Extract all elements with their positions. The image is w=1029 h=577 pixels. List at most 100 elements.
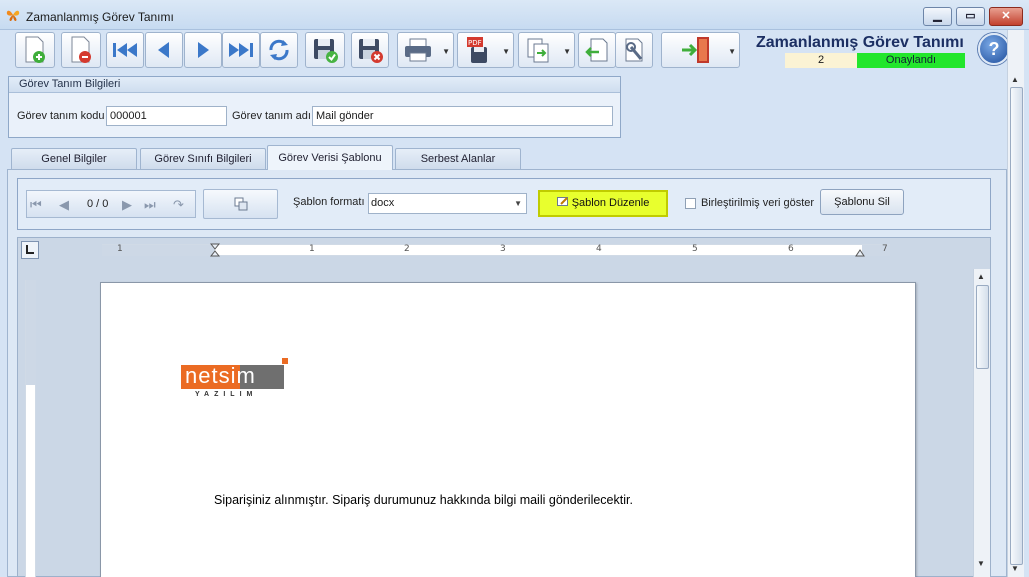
nav-last-icon[interactable]: ⏭ — [144, 197, 156, 213]
grid-view-button[interactable] — [203, 189, 278, 219]
delete-button[interactable] — [61, 32, 101, 68]
grid-icon — [234, 197, 248, 211]
last-record-button[interactable] — [222, 32, 260, 68]
ruler-number: 4 — [596, 244, 602, 254]
save-button[interactable] — [305, 32, 345, 68]
next-record-button[interactable] — [184, 32, 222, 68]
save-close-icon — [359, 39, 383, 63]
copy-icon — [527, 38, 549, 63]
nav-first-icon[interactable]: ⏮ — [30, 197, 42, 213]
format-select[interactable]: docx ▼ — [368, 193, 527, 214]
first-record-icon — [113, 43, 137, 57]
nav-previous-icon[interactable]: ◀ — [59, 197, 69, 213]
tab-free-fields[interactable]: Serbest Alanlar — [395, 148, 521, 169]
format-label: Şablon formatı — [293, 196, 365, 208]
settings-icon — [625, 38, 643, 62]
name-label: Görev tanım adı — [232, 110, 311, 122]
maximize-icon: ▭ — [965, 10, 976, 22]
logo-subtitle: YAZILIM — [195, 391, 258, 398]
ruler-number: 1 — [309, 244, 315, 254]
help-icon: ? — [988, 39, 1000, 59]
code-label: Görev tanım kodu — [17, 110, 105, 122]
client-area: ▼ PDF ▼ ▼ ▼ Zamanlanmış Görev Tanımı 2 O — [0, 30, 1029, 577]
merged-data-label: Birleştirilmiş veri göster — [701, 197, 815, 209]
edit-icon — [556, 197, 568, 206]
maximize-button[interactable]: ▭ — [956, 7, 985, 26]
delete-template-button[interactable]: Şablonu Sil — [820, 189, 904, 215]
tab-stop-selector[interactable] — [21, 241, 39, 259]
save-icon — [314, 39, 338, 63]
refresh-button[interactable] — [260, 32, 298, 68]
new-button[interactable] — [15, 32, 55, 68]
scroll-thumb[interactable] — [976, 285, 989, 369]
window-scroll-down-icon[interactable]: ▼ — [1011, 564, 1019, 573]
ruler-number: 3 — [500, 244, 506, 254]
next-record-icon — [198, 42, 209, 58]
close-button[interactable]: ✕ — [989, 7, 1023, 26]
ruler-number: 5 — [692, 244, 698, 254]
ruler-number: 7 — [882, 244, 888, 254]
right-indent-marker-icon[interactable] — [855, 249, 865, 257]
document-page[interactable]: netsim YAZILIM Siparişiniz alınmıştır. S… — [100, 282, 916, 577]
settings-button[interactable] — [615, 32, 653, 68]
nav-count: 0 / 0 — [87, 198, 109, 210]
exit-icon — [682, 37, 709, 63]
last-record-icon — [229, 43, 253, 57]
close-icon: ✕ — [1001, 10, 1011, 22]
previous-record-button[interactable] — [145, 32, 183, 68]
svg-text:PDF: PDF — [468, 39, 482, 47]
nav-next-icon[interactable]: ▶ — [122, 197, 132, 213]
butterfly-icon — [6, 10, 20, 21]
name-field[interactable]: Mail gönder — [312, 106, 613, 126]
copy-dropdown-icon[interactable]: ▼ — [563, 47, 571, 56]
edit-template-button[interactable]: Şablon Düzenle — [538, 190, 668, 217]
refresh-icon — [269, 39, 289, 61]
merged-data-checkbox[interactable] — [685, 198, 696, 209]
import-icon — [585, 38, 608, 62]
pdf-export-button[interactable]: PDF ▼ — [457, 32, 514, 68]
tab-task-class[interactable]: Görev Sınıfı Bilgileri — [140, 148, 266, 169]
edit-template-label: Şablon Düzenle — [571, 197, 650, 209]
company-logo: netsim — [185, 363, 256, 388]
nav-refresh-icon[interactable]: ↷ — [173, 197, 184, 213]
document-body-text[interactable]: Siparişiniz alınmıştır. Sipariş durumunu… — [214, 493, 633, 507]
vertical-ruler[interactable] — [25, 280, 36, 577]
status-badge: Onaylandı — [857, 53, 965, 68]
tab-general[interactable]: Genel Bilgiler — [11, 148, 137, 169]
header-title: Zamanlanmış Görev Tanımı — [756, 34, 964, 51]
pdf-dropdown-icon[interactable]: ▼ — [502, 47, 510, 56]
minimize-icon: ▁ — [933, 10, 942, 22]
ruler-number: 6 — [788, 244, 794, 254]
exit-button[interactable]: ▼ — [661, 32, 740, 68]
minimize-button[interactable]: ▁ — [923, 7, 952, 26]
pdf-export-icon: PDF — [467, 37, 487, 63]
record-navigator: ⏮ ◀ 0 / 0 ▶ ⏭ ↷ — [26, 190, 196, 218]
help-button[interactable]: ? — [978, 33, 1010, 65]
indent-marker-icon[interactable] — [210, 243, 220, 257]
logo-dot — [282, 358, 288, 364]
print-dropdown-icon[interactable]: ▼ — [442, 47, 450, 56]
exit-dropdown-icon[interactable]: ▼ — [728, 47, 736, 56]
ruler-number: 2 — [404, 244, 410, 254]
ruler-number: 1 — [117, 244, 123, 254]
previous-record-icon — [158, 42, 169, 58]
tab-template[interactable]: Görev Verisi Şablonu — [267, 145, 393, 170]
save-and-close-button[interactable] — [351, 32, 389, 68]
window-scroll-up-icon[interactable]: ▲ — [1011, 75, 1019, 84]
horizontal-ruler[interactable]: 1 1 2 3 4 5 6 7 — [102, 243, 890, 257]
format-value: docx — [371, 197, 395, 209]
tab-stop-icon — [26, 245, 34, 254]
copy-button[interactable]: ▼ — [518, 32, 575, 68]
window-scroll-thumb[interactable] — [1010, 87, 1023, 565]
scroll-up-icon[interactable]: ▲ — [977, 272, 985, 281]
document-scrollbar[interactable]: ▲ ▼ — [973, 269, 990, 577]
window-title: Zamanlanmış Görev Tanımı — [26, 10, 174, 24]
window-scrollbar[interactable]: ▲ ▼ — [1007, 30, 1024, 577]
code-field[interactable]: 000001 — [106, 106, 227, 126]
first-record-button[interactable] — [106, 32, 144, 68]
print-button[interactable]: ▼ — [397, 32, 454, 68]
scroll-down-icon[interactable]: ▼ — [977, 559, 985, 568]
task-definition-group: Görev Tanım Bilgileri Görev tanım kodu 0… — [8, 76, 621, 138]
delete-document-icon — [71, 36, 91, 63]
import-button[interactable] — [578, 32, 616, 68]
